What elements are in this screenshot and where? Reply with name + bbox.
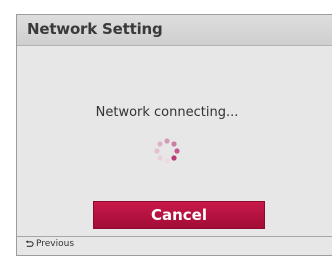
title-bar: Network Setting <box>17 15 332 46</box>
network-setting-dialog: Network Setting Network connecting... Ca… <box>16 14 332 256</box>
status-message: Network connecting... <box>95 105 239 120</box>
spinner-dot <box>171 141 177 147</box>
previous-button[interactable]: Previous <box>25 239 74 249</box>
footer-divider <box>17 236 332 237</box>
dialog-title: Network Setting <box>27 20 163 38</box>
spinner-dot <box>164 158 170 164</box>
spinner-dot <box>154 148 160 154</box>
previous-label: Previous <box>36 239 75 249</box>
spinner-dot <box>174 148 180 154</box>
spinner-dot <box>164 138 170 144</box>
spinner-dot <box>157 155 163 161</box>
spinner-dot <box>157 141 163 147</box>
spinner-dot <box>171 155 177 161</box>
cancel-button[interactable]: Cancel <box>93 201 265 229</box>
return-arrow-icon <box>25 239 34 247</box>
loading-spinner-icon <box>154 138 180 164</box>
